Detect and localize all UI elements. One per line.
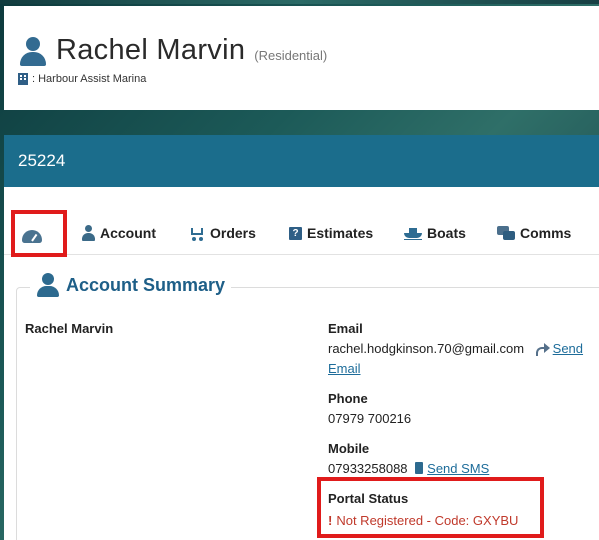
mobile-row: 07933258088 Send SMS <box>328 461 489 476</box>
customer-name: Rachel Marvin <box>56 34 246 66</box>
cart-icon <box>188 226 205 241</box>
tab-estimates[interactable]: ? Estimates <box>289 225 373 241</box>
account-panel: 25224 Account Orders ? Estimates Boats C… <box>4 135 599 540</box>
tab-comms-label: Comms <box>520 225 572 241</box>
tab-orders-label: Orders <box>210 225 256 241</box>
email-row: rachel.hodgkinson.70@gmail.com Send <box>328 341 599 356</box>
send-sms-text[interactable]: Send SMS <box>427 461 489 476</box>
email-label: Email <box>328 321 363 336</box>
dashboard-highlight-box <box>11 210 67 257</box>
marina-row: : Harbour Assist Marina <box>18 73 146 85</box>
tab-boats-label: Boats <box>427 225 466 241</box>
portal-status-highlight-box <box>317 477 544 538</box>
tab-comms[interactable]: Comms <box>497 225 571 241</box>
tab-boats[interactable]: Boats <box>404 225 466 241</box>
customer-name-row: Rachel Marvin (Residential) <box>18 34 327 67</box>
send-email-text-1[interactable]: Send <box>553 341 583 356</box>
send-sms-link[interactable]: Send SMS <box>415 461 489 476</box>
send-email-text-2[interactable]: Email <box>328 361 361 376</box>
question-icon: ? <box>289 226 302 240</box>
tab-estimates-label: Estimates <box>307 225 374 241</box>
mobile-label: Mobile <box>328 441 370 456</box>
account-holder-name: Rachel Marvin <box>25 321 114 336</box>
tab-orders[interactable]: Orders <box>188 225 256 241</box>
portal-status-value: Not Registered - Code: GXYBU <box>336 513 519 528</box>
send-email-link[interactable]: Send <box>535 341 583 356</box>
mobile-value: 07933258088 <box>328 461 408 476</box>
user-icon <box>36 273 60 297</box>
user-icon <box>18 35 48 67</box>
summary-title: Account Summary <box>66 274 226 295</box>
mobile-phone-icon <box>415 462 424 474</box>
customer-header: Rachel Marvin (Residential) : Harbour As… <box>4 6 599 110</box>
send-email-link-wrap: Email <box>328 361 361 376</box>
portal-status-row: ! Not Registered - Code: GXYBU <box>328 513 518 528</box>
comments-icon <box>497 226 515 240</box>
building-icon <box>18 73 28 85</box>
account-id-bar: 25224 <box>4 135 599 187</box>
customer-type: (Residential) <box>254 48 328 63</box>
user-icon <box>82 225 95 241</box>
boat-icon <box>404 226 422 240</box>
account-summary-heading: Account Summary <box>30 273 232 297</box>
portal-status-label: Portal Status <box>328 491 409 506</box>
tab-bar: Account Orders ? Estimates Boats Comms <box>4 211 599 255</box>
account-id: 25224 <box>18 151 66 170</box>
tab-account-label: Account <box>100 225 156 241</box>
marina-name: : Harbour Assist Marina <box>32 73 147 85</box>
exclamation-icon: ! <box>328 513 333 528</box>
phone-label: Phone <box>328 391 368 406</box>
background-strip <box>0 0 599 4</box>
email-value: rachel.hodgkinson.70@gmail.com <box>328 341 525 356</box>
share-icon <box>535 343 550 356</box>
phone-value: 07979 700216 <box>328 411 412 426</box>
tab-account[interactable]: Account <box>82 225 156 241</box>
